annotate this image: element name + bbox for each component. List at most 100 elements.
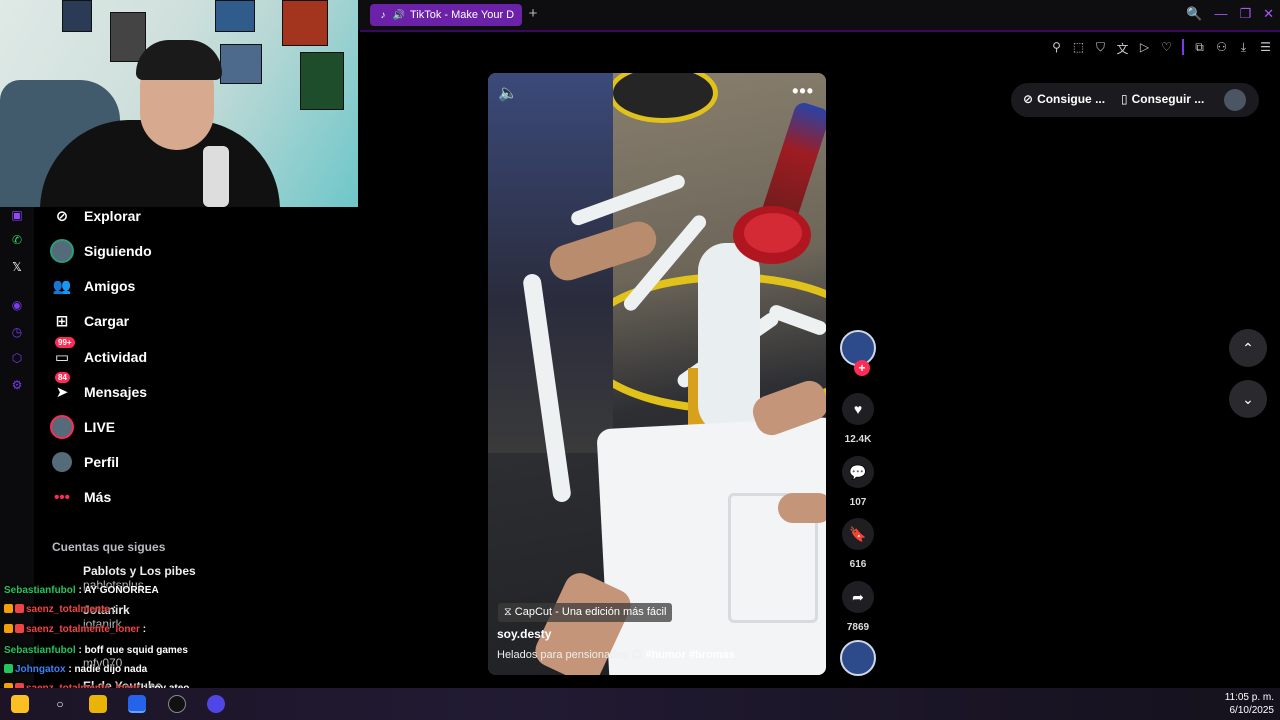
tab-title: TikTok - Make Your D: [410, 9, 515, 21]
os-taskbar: ○ 11:05 p. m. 6/10/2025: [0, 688, 1280, 720]
tiktok-sidebar: ⊘ Explorar Siguiendo 👥 Amigos ⊞ Cargar ▭…: [34, 204, 214, 693]
get-app-button[interactable]: ▯ Conseguir ...: [1121, 92, 1204, 106]
live-icon: [50, 415, 74, 439]
sidebar-item-live[interactable]: LIVE: [50, 415, 115, 439]
tiktok-icon: ♪: [380, 9, 386, 21]
chevron-up-icon: ⌃: [1242, 339, 1254, 356]
comment-icon: 💬: [849, 463, 867, 480]
window-controls: 🔍 — ❐ ✕: [1186, 6, 1274, 22]
capcut-label[interactable]: ⧖ CapCut - Una edición más fácil: [498, 603, 673, 622]
speaker-icon[interactable]: 🔊: [393, 9, 405, 21]
sound-disc[interactable]: [840, 640, 876, 676]
share-icon: ➦: [852, 588, 864, 605]
share-count: 7869: [846, 622, 870, 633]
next-video-button[interactable]: ⌄: [1229, 380, 1267, 418]
profile-avatar: [50, 450, 74, 474]
video-player[interactable]: 🔈 ••• ⧖ CapCut - Una edición más fácil s…: [488, 73, 826, 675]
windows-start-icon[interactable]: [11, 695, 29, 713]
browser-icon[interactable]: [207, 695, 225, 713]
obs-icon[interactable]: [168, 695, 186, 713]
toolbar-divider: [1182, 39, 1184, 55]
sidebar-item-cargar[interactable]: ⊞ Cargar: [50, 309, 129, 333]
get-coins-button[interactable]: ⊘ Consigue ...: [1023, 92, 1105, 106]
sidebar-item-actividad[interactable]: ▭ 99+ Actividad: [50, 337, 147, 369]
chevron-down-icon: ⌄: [1242, 390, 1254, 407]
chat-message: saenz_totalmente :: [4, 604, 116, 615]
previous-video-button[interactable]: ⌃: [1229, 329, 1267, 367]
sidebar-item-siguiendo[interactable]: Siguiendo: [50, 239, 152, 263]
follow-plus-icon[interactable]: +: [854, 360, 870, 376]
download-icon[interactable]: ⤓: [1237, 40, 1250, 57]
share-button[interactable]: ➦: [842, 581, 874, 613]
activity-badge: 99+: [55, 337, 75, 348]
search-icon[interactable]: ○: [51, 695, 69, 713]
messages-icon: ➤ 84: [55, 372, 70, 401]
account-name[interactable]: Pablots y Los pibes: [83, 564, 196, 578]
video-description: Helados para pensionados 😊 #humor #broma…: [497, 649, 735, 661]
bookmark-icon: 🔖: [849, 525, 867, 542]
chat-message: Johngatox : nadie dijo nada: [4, 664, 147, 675]
system-clock[interactable]: 11:05 p. m. 6/10/2025: [1225, 691, 1274, 717]
search-icon[interactable]: 🔍: [1186, 6, 1202, 22]
more-options-button[interactable]: •••: [792, 81, 814, 102]
new-tab-button[interactable]: +: [526, 6, 540, 22]
compass-icon: ⊘: [55, 208, 69, 225]
save-button[interactable]: 🔖: [842, 518, 874, 550]
crop-icon[interactable]: ⬚: [1072, 40, 1085, 57]
cube-icon[interactable]: ⬡: [9, 350, 25, 366]
play-icon[interactable]: ▷: [1138, 40, 1151, 57]
upload-icon: ⊞: [55, 313, 69, 330]
friends-icon: 👥: [52, 278, 72, 295]
phone-icon: ▯: [1121, 92, 1128, 106]
sidebar-item-mas[interactable]: ••• Más: [50, 485, 111, 509]
settings-icon[interactable]: ⚙: [9, 377, 25, 393]
x-icon[interactable]: 𝕏: [9, 259, 25, 275]
minimize-button[interactable]: —: [1214, 6, 1227, 22]
extensions-icon[interactable]: ⧉: [1193, 40, 1206, 57]
chat-message: Sebastianfubol : AY GONORREA: [4, 585, 159, 596]
sidebar-item-amigos[interactable]: 👥 Amigos: [50, 274, 136, 298]
tab-tiktok[interactable]: ♪ 🔊 TikTok - Make Your D: [370, 4, 522, 26]
video-username[interactable]: soy.desty: [497, 627, 551, 641]
sidebar-item-perfil[interactable]: Perfil: [50, 450, 119, 474]
activity-icon: ▭ 99+: [50, 337, 75, 369]
close-button[interactable]: ✕: [1263, 6, 1274, 22]
sidebar-item-mensajes[interactable]: ➤ 84 Mensajes: [50, 372, 147, 404]
creator-avatar[interactable]: +: [840, 330, 876, 376]
file-explorer-icon[interactable]: [89, 695, 107, 713]
shield-icon[interactable]: ⛉: [1094, 40, 1107, 57]
following-avatar: [50, 239, 74, 263]
volume-icon[interactable]: 🔈: [498, 83, 518, 103]
sidebar-item-explorar[interactable]: ⊘ Explorar: [50, 204, 141, 228]
browser-toolbar: ⚲ ⬚ ⛉ 文 ▷ ♡ ⧉ ⚇ ⤓ ☰: [360, 30, 1280, 62]
translate-icon[interactable]: 文: [1116, 40, 1129, 57]
heart-icon[interactable]: ♡: [1160, 40, 1173, 57]
chat-message: Sebastianfubol : boff que squid games: [4, 645, 188, 656]
get-app-bar: ⊘ Consigue ... ▯ Conseguir ...: [1011, 83, 1259, 117]
menu-icon[interactable]: ☰: [1259, 40, 1272, 57]
save-count: 616: [849, 559, 867, 570]
webcam-overlay: [0, 0, 358, 207]
messages-badge: 84: [55, 372, 70, 383]
coin-icon: ⊘: [1023, 92, 1034, 106]
chat-message: saenz_totalmente_loner :: [4, 624, 146, 635]
like-button[interactable]: ♥: [842, 393, 874, 425]
clock-icon[interactable]: ◷: [9, 324, 25, 340]
more-icon: •••: [54, 488, 70, 506]
play-circle-icon[interactable]: ◉: [9, 297, 25, 313]
comment-button[interactable]: 💬: [842, 456, 874, 488]
app-icon[interactable]: [128, 695, 146, 713]
profile-icon[interactable]: ⚇: [1215, 40, 1228, 57]
like-count: 12.4K: [844, 434, 872, 445]
pin-icon[interactable]: ⚲: [1050, 40, 1063, 57]
user-avatar[interactable]: [1224, 89, 1246, 111]
app-icon-strip: ▣ ✆ 𝕏 ◉ ◷ ⬡ ⚙: [0, 207, 34, 687]
following-accounts-title: Cuentas que sigues: [52, 540, 166, 554]
heart-icon: ♥: [853, 401, 863, 417]
hashtags[interactable]: #humor #bromas: [645, 649, 734, 661]
capcut-icon: ⧖: [504, 606, 512, 618]
comment-count: 107: [849, 497, 867, 508]
whatsapp-icon[interactable]: ✆: [9, 232, 25, 248]
restore-button[interactable]: ❐: [1239, 6, 1251, 22]
twitch-icon[interactable]: ▣: [9, 207, 25, 223]
